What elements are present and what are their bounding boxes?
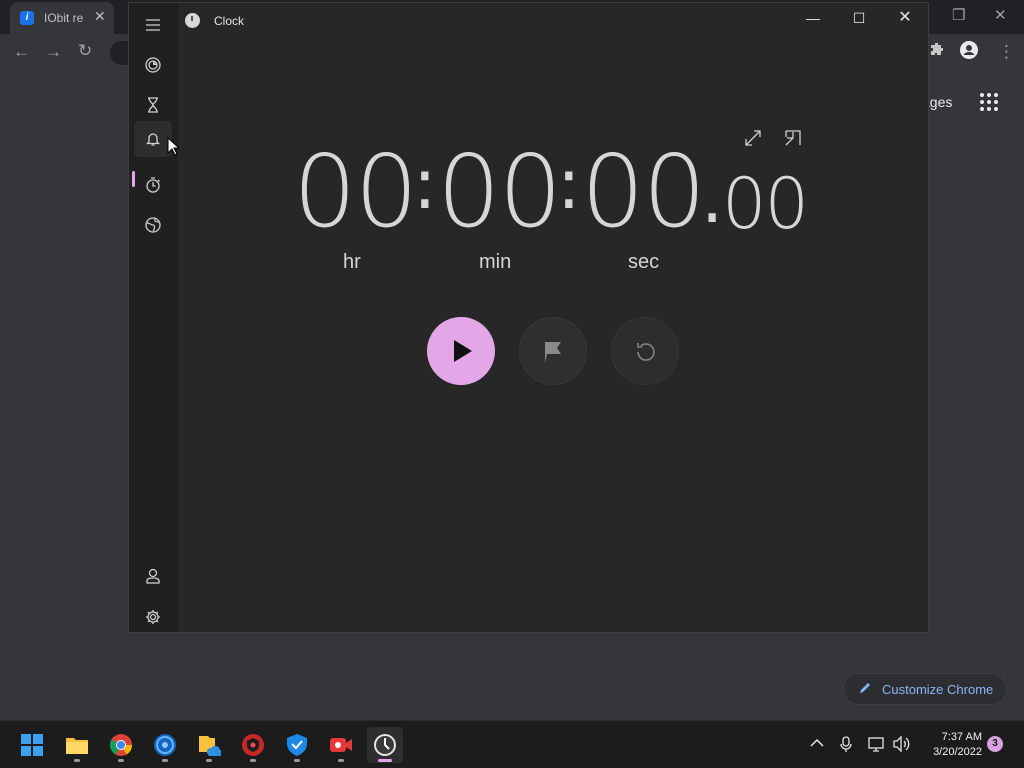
taskbar-clock-datetime[interactable]: 7:37 AM 3/20/2022 xyxy=(928,730,982,760)
hourglass-icon xyxy=(148,97,158,113)
stopwatch-icon xyxy=(146,177,160,193)
clock-titlebar[interactable]: Clock — ☐ ✕ xyxy=(178,3,928,37)
expand-button[interactable] xyxy=(744,129,762,152)
play-icon xyxy=(454,340,472,362)
minimize-button[interactable]: — xyxy=(790,3,836,35)
extensions-icon[interactable] xyxy=(929,42,945,63)
nav-timer[interactable] xyxy=(134,87,172,123)
expand-icon xyxy=(745,130,761,146)
google-apps-icon[interactable] xyxy=(980,93,1000,113)
customize-chrome-button[interactable]: Customize Chrome xyxy=(843,673,1007,705)
focus-icon xyxy=(145,57,161,73)
profile-icon[interactable] xyxy=(960,41,978,64)
notification-badge[interactable]: 3 xyxy=(987,736,1003,752)
chrome-menu-icon[interactable]: ⋮ xyxy=(998,42,1015,62)
running-indicator xyxy=(294,759,300,762)
nav-menu-button[interactable] xyxy=(134,8,172,44)
volume-icon[interactable] xyxy=(893,735,911,755)
compact-overlay-icon xyxy=(785,130,801,146)
start-button[interactable] xyxy=(427,317,495,385)
iobit-icon xyxy=(154,734,176,756)
taskbar-clock[interactable] xyxy=(367,727,403,763)
taskbar-date: 3/20/2022 xyxy=(933,746,982,758)
taskbar-file-explorer[interactable] xyxy=(59,727,95,763)
chrome-tab[interactable]: i IObit re ✕ xyxy=(10,2,114,34)
window-title: Clock xyxy=(214,14,245,28)
hamburger-icon xyxy=(146,19,160,31)
stopwatch-seconds: 00 xyxy=(581,133,706,250)
taskbar-time: 7:37 AM xyxy=(941,731,982,743)
taskbar-security-app[interactable] xyxy=(235,727,271,763)
clock-window: Clock — ☐ ✕ 00 : 00 : 00 . 00 hr min sec xyxy=(128,2,929,633)
clock-app-taskbar-icon xyxy=(374,734,396,756)
pencil-icon xyxy=(858,681,872,698)
video-recorder-icon xyxy=(330,738,352,752)
red-shield-icon xyxy=(242,734,264,756)
customize-chrome-label: Customize Chrome xyxy=(882,682,994,697)
running-indicator xyxy=(206,759,212,762)
reset-button[interactable] xyxy=(611,317,679,385)
stopwatch-minutes: 00 xyxy=(437,133,562,250)
nav-account[interactable] xyxy=(134,558,172,594)
files-cloud-icon xyxy=(199,736,221,757)
windows-logo-icon xyxy=(21,734,43,756)
start-button[interactable] xyxy=(14,727,50,763)
nav-stopwatch[interactable] xyxy=(134,167,172,203)
bell-icon xyxy=(145,133,161,146)
microphone-icon[interactable] xyxy=(840,736,852,755)
show-hidden-icons-chevron-icon[interactable] xyxy=(810,735,824,751)
chrome-tab-title: IObit re xyxy=(44,11,84,25)
iobit-favicon-icon: i xyxy=(20,11,34,25)
stopwatch-separator: : xyxy=(557,143,581,225)
lap-button[interactable] xyxy=(519,317,587,385)
reset-icon xyxy=(637,343,655,361)
globe-icon xyxy=(145,217,161,233)
running-indicator xyxy=(74,759,80,762)
stopwatch-hours: 00 xyxy=(293,133,418,250)
reload-icon[interactable]: ↻ xyxy=(78,41,92,61)
back-icon[interactable]: ← xyxy=(13,42,30,62)
active-app-indicator xyxy=(378,759,392,762)
taskbar-video-app[interactable] xyxy=(323,727,359,763)
close-button[interactable]: ✕ xyxy=(882,3,928,35)
clock-app-icon xyxy=(185,13,200,28)
taskbar-iobit-app[interactable] xyxy=(147,727,183,763)
unit-min-label: min xyxy=(479,251,512,273)
stopwatch-hundredths: 00 xyxy=(722,163,809,245)
clock-nav-rail xyxy=(129,3,178,632)
running-indicator xyxy=(250,759,256,762)
folder-icon xyxy=(66,738,88,754)
network-icon[interactable] xyxy=(868,736,886,755)
nav-settings[interactable] xyxy=(134,599,172,635)
compact-overlay-button[interactable] xyxy=(784,129,802,152)
chrome-close-icon[interactable]: ✕ xyxy=(994,6,1007,24)
nav-world-clock[interactable] xyxy=(134,207,172,243)
mouse-pointer-icon xyxy=(167,136,181,161)
flag-icon xyxy=(545,342,561,363)
taskbar-onedrive-files[interactable] xyxy=(191,727,227,763)
running-indicator xyxy=(162,759,168,762)
forward-icon[interactable]: → xyxy=(45,42,62,62)
nav-focus-sessions[interactable] xyxy=(134,47,172,83)
stopwatch-decimal: . xyxy=(701,157,724,239)
taskbar: 7:37 AM 3/20/2022 xyxy=(0,720,1024,768)
chrome-icon xyxy=(110,734,132,756)
running-indicator xyxy=(338,759,344,762)
unit-hr-label: hr xyxy=(343,251,361,273)
person-icon xyxy=(146,568,160,584)
taskbar-chrome[interactable] xyxy=(103,727,139,763)
chrome-restore-icon[interactable]: ❐ xyxy=(952,6,965,24)
blue-shield-icon xyxy=(287,734,307,756)
unit-sec-label: sec xyxy=(628,251,660,273)
stopwatch-separator: : xyxy=(413,143,437,225)
gear-icon xyxy=(146,610,160,624)
taskbar-shield-app[interactable] xyxy=(279,727,315,763)
running-indicator xyxy=(118,759,124,762)
maximize-button[interactable]: ☐ xyxy=(836,3,882,35)
close-tab-icon[interactable]: ✕ xyxy=(94,8,106,25)
